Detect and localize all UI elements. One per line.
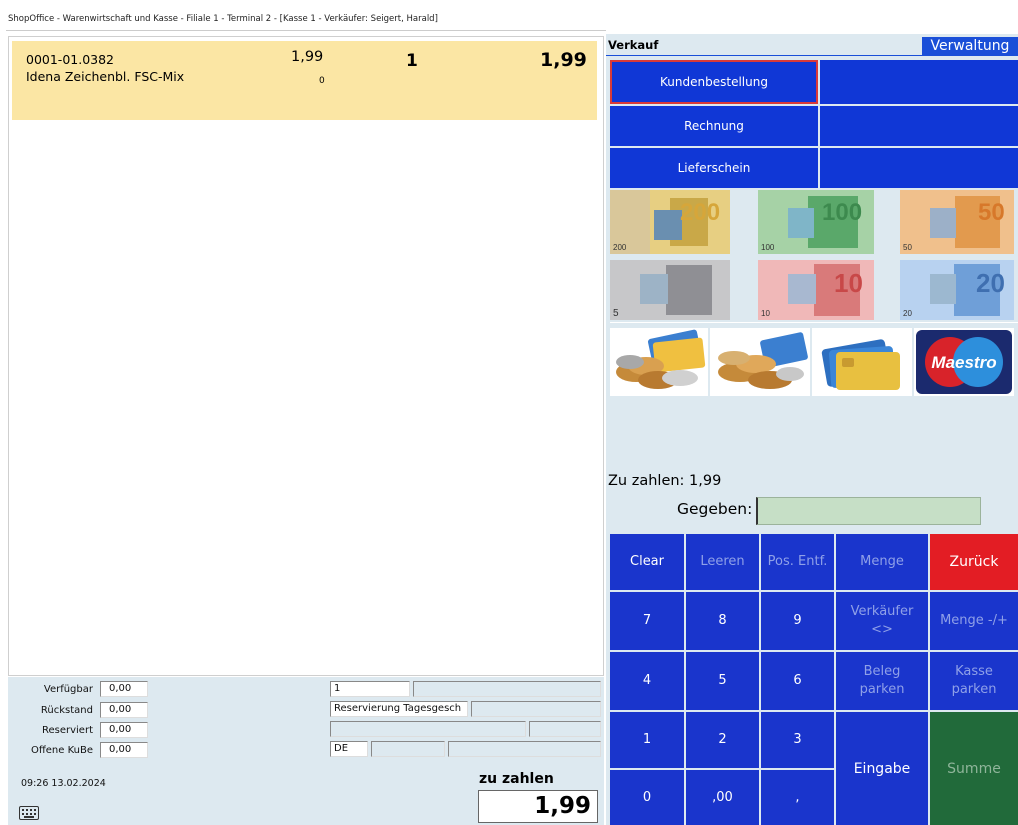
key-4[interactable]: 4 <box>610 652 684 710</box>
euro-200-note[interactable]: 200 200 <box>610 190 730 254</box>
cash-coins-icon[interactable] <box>610 328 708 396</box>
key-comma[interactable]: , <box>761 770 834 825</box>
svg-text:50: 50 <box>903 243 912 252</box>
info-field-1: 1 <box>330 681 410 697</box>
svg-text:5: 5 <box>613 308 619 319</box>
key-0[interactable]: 0 <box>610 770 684 825</box>
zu-zahlen-amount: 1,99 <box>478 790 598 823</box>
zu-zahlen-label: zu zahlen <box>479 771 554 787</box>
article-name: Idena Zeichenbl. FSC-Mix <box>26 69 185 84</box>
info-field-2: Reservierung Tagesgesch <box>330 701 468 717</box>
euro-10-note[interactable]: 10 10 <box>758 260 874 320</box>
info-area: Verfügbar 0,00 Rückstand 0,00 Reserviert… <box>8 677 604 825</box>
rueckstand-value: 0,00 <box>100 702 148 718</box>
offene-kube-value: 0,00 <box>100 742 148 758</box>
key-7[interactable]: 7 <box>610 592 684 650</box>
empty-button-3[interactable] <box>820 148 1018 188</box>
svg-text:10: 10 <box>761 309 770 318</box>
leeren-button[interactable]: Leeren <box>686 534 759 590</box>
verkaeufer-button[interactable]: Verkäufer <> <box>836 592 928 650</box>
info-field-3b <box>529 721 601 737</box>
svg-text:20: 20 <box>976 268 1005 298</box>
keyboard-icon[interactable] <box>19 806 39 820</box>
info-field-3a <box>330 721 526 737</box>
kasse-parken-button[interactable]: Kasse parken <box>930 652 1018 710</box>
key-00[interactable]: ,00 <box>686 770 759 825</box>
key-5[interactable]: 5 <box>686 652 759 710</box>
unit-price: 1,99 <box>291 49 324 65</box>
euro-100-note[interactable]: 100 100 <box>758 190 874 254</box>
summe-button[interactable]: Summe <box>930 712 1018 825</box>
zurueck-button[interactable]: Zurück <box>930 534 1018 590</box>
payment-divider <box>610 322 1018 323</box>
verfuegbar-label: Verfügbar <box>43 684 93 695</box>
svg-text:10: 10 <box>834 268 863 298</box>
key-8[interactable]: 8 <box>686 592 759 650</box>
position-list[interactable]: 0001-01.0382 Idena Zeichenbl. FSC-Mix 1,… <box>8 36 604 676</box>
verfuegbar-value: 0,00 <box>100 681 148 697</box>
info-field-2b <box>471 701 601 717</box>
info-field-4c <box>448 741 601 757</box>
clear-button[interactable]: Clear <box>610 534 684 590</box>
date-time: 09:26 13.02.2024 <box>21 778 106 789</box>
maestro-card-icon[interactable]: Maestro <box>914 328 1014 396</box>
rechnung-button[interactable]: Rechnung <box>610 106 818 146</box>
line-total: 1,99 <box>540 49 587 71</box>
info-field-4b <box>371 741 445 757</box>
ec-card-icon[interactable] <box>812 328 912 396</box>
svg-text:200: 200 <box>613 243 627 252</box>
svg-text:200: 200 <box>680 199 720 226</box>
title-divider <box>6 30 606 31</box>
sales-panel: Verkauf Verwaltung Kundenbestellung Rech… <box>606 34 1018 825</box>
menge-plusminus-button[interactable]: Menge -/+ <box>930 592 1018 650</box>
lieferschein-button[interactable]: Lieferschein <box>610 148 818 188</box>
maestro-label: Maestro <box>931 353 996 372</box>
verwaltung-tab[interactable]: Verwaltung <box>922 37 1018 56</box>
key-3[interactable]: 3 <box>761 712 834 768</box>
title-bar: ShopOffice - Warenwirtschaft und Kasse -… <box>0 0 1018 34</box>
eingabe-button[interactable]: Eingabe <box>836 712 928 825</box>
key-6[interactable]: 6 <box>761 652 834 710</box>
key-1[interactable]: 1 <box>610 712 684 768</box>
window-title: ShopOffice - Warenwirtschaft und Kasse -… <box>8 14 438 24</box>
reserviert-value: 0,00 <box>100 722 148 738</box>
euro-5-note[interactable]: 5 <box>610 260 730 320</box>
gegeben-label: Gegeben: <box>677 500 753 518</box>
euro-50-note[interactable]: 50 50 <box>900 190 1014 254</box>
reserviert-label: Reserviert <box>41 725 93 736</box>
offene-kube-label: Offene KuBe <box>31 745 93 756</box>
position-row[interactable]: 0001-01.0382 Idena Zeichenbl. FSC-Mix 1,… <box>12 41 597 120</box>
article-number: 0001-01.0382 <box>26 52 115 67</box>
header-divider <box>606 55 1018 56</box>
pos-entf-button[interactable]: Pos. Entf. <box>761 534 834 590</box>
euro-20-note[interactable]: 20 20 <box>900 260 1014 320</box>
key-2[interactable]: 2 <box>686 712 759 768</box>
zu-zahlen-display: Zu zahlen: 1,99 <box>608 473 722 489</box>
gegeben-input[interactable] <box>756 497 981 525</box>
key-9[interactable]: 9 <box>761 592 834 650</box>
info-field-country: DE <box>330 741 368 757</box>
svg-text:50: 50 <box>978 199 1005 226</box>
empty-button-1[interactable] <box>820 60 1018 104</box>
quantity: 1 <box>406 51 418 71</box>
info-field-1b <box>413 681 601 697</box>
svg-text:100: 100 <box>761 243 775 252</box>
coins-icon[interactable] <box>710 328 810 396</box>
svg-text:100: 100 <box>822 199 862 226</box>
empty-button-2[interactable] <box>820 106 1018 146</box>
verkauf-header: Verkauf <box>608 38 659 52</box>
beleg-parken-button[interactable]: Beleg parken <box>836 652 928 710</box>
sub-value: 0 <box>319 76 325 86</box>
rueckstand-label: Rückstand <box>40 705 93 716</box>
kundenbestellung-button[interactable]: Kundenbestellung <box>610 60 818 104</box>
svg-text:20: 20 <box>903 309 912 318</box>
menge-button[interactable]: Menge <box>836 534 928 590</box>
